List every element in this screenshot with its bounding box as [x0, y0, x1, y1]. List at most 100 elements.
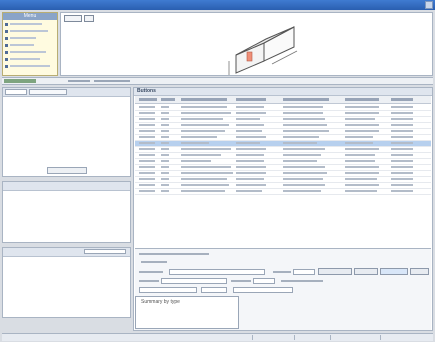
menu-item[interactable]: [5, 63, 55, 69]
filter-box-button[interactable]: [47, 167, 87, 174]
form-text: [281, 280, 323, 282]
table-cell: [181, 142, 209, 144]
comments-box: [2, 181, 131, 243]
table-cell: [139, 118, 155, 120]
menu-item-text: [10, 58, 40, 60]
form-field[interactable]: [161, 278, 227, 284]
table-cell: [161, 154, 169, 156]
menu-bullet-icon: [5, 36, 8, 40]
summary-notes: Summary by type: [135, 296, 239, 329]
status-segment: [380, 335, 431, 340]
strip-text: [94, 80, 130, 82]
column-header: [236, 98, 266, 101]
form-button[interactable]: [318, 268, 352, 275]
table-cell: [139, 136, 155, 138]
table-cell: [236, 136, 266, 138]
table-cell: [139, 106, 155, 108]
table-cell: [236, 148, 266, 150]
status-segment: [252, 335, 293, 340]
tab-active[interactable]: [5, 89, 27, 95]
table-cell: [139, 190, 155, 192]
menu-bullet-icon: [5, 29, 8, 33]
table-cell: [236, 142, 260, 144]
table-cell: [391, 172, 413, 174]
menu-panel-title: Menu: [3, 13, 57, 20]
menu-item[interactable]: [5, 49, 55, 55]
table-cell: [236, 154, 264, 156]
form-field[interactable]: [201, 287, 227, 293]
table-cell: [139, 124, 155, 126]
column-header: [139, 98, 157, 101]
summary-notes-label: Summary by type: [141, 299, 180, 305]
form-field[interactable]: [233, 287, 293, 293]
column-header: [181, 98, 227, 101]
table-cell: [283, 160, 317, 162]
table-cell: [236, 166, 266, 168]
table-cell: [139, 142, 155, 144]
left-column: [2, 87, 131, 318]
table-cell: [236, 172, 266, 174]
table-cell: [139, 172, 155, 174]
table-cell: [345, 112, 379, 114]
table-cell: [161, 118, 169, 120]
strip-text: [68, 80, 90, 82]
menu-item[interactable]: [5, 35, 55, 41]
menu-item-text: [10, 44, 34, 46]
form-text: [231, 280, 251, 282]
form-text: [139, 271, 163, 273]
menu-item[interactable]: [5, 21, 55, 27]
table-cell: [345, 172, 379, 174]
table-header: [135, 96, 431, 104]
table-cell: [139, 112, 155, 114]
form-field[interactable]: [293, 269, 315, 275]
table-cell: [283, 184, 325, 186]
table-cell: [181, 184, 229, 186]
table-cell: [161, 166, 169, 168]
table-cell: [391, 184, 413, 186]
table-cell: [181, 118, 223, 120]
column-header: [391, 98, 413, 101]
table-cell: [236, 112, 266, 114]
table-cell: [345, 148, 379, 150]
table-cell: [391, 142, 413, 144]
table-cell: [345, 124, 379, 126]
table-cell: [391, 118, 413, 120]
table-cell: [283, 154, 321, 156]
summary-box-input[interactable]: [84, 249, 126, 254]
menu-item[interactable]: [5, 42, 55, 48]
menu-bullet-icon: [5, 57, 8, 61]
tab[interactable]: [29, 89, 67, 95]
table-cell: [345, 106, 379, 108]
form-button[interactable]: [354, 268, 378, 275]
form-field[interactable]: [139, 287, 197, 293]
model-preview-drawing: [228, 26, 298, 75]
table-cell: [236, 160, 264, 162]
table-cell: [283, 172, 327, 174]
form-field[interactable]: [169, 269, 265, 275]
form-button[interactable]: [380, 268, 408, 275]
table-cell: [345, 184, 379, 186]
table-cell: [345, 166, 379, 168]
filter-box: [2, 87, 131, 177]
form-button[interactable]: [410, 268, 429, 275]
color-strip: [2, 77, 433, 85]
table-cell: [283, 136, 319, 138]
table-cell: [391, 148, 413, 150]
menu-item[interactable]: [5, 28, 55, 34]
table-cell: [345, 178, 377, 180]
table-cell: [161, 178, 169, 180]
menu-item[interactable]: [5, 56, 55, 62]
table-cell: [139, 148, 155, 150]
form-field[interactable]: [253, 278, 275, 284]
detail-form: Summary by type: [135, 248, 431, 330]
table-cell: [391, 130, 413, 132]
form-text: [139, 280, 159, 282]
table-cell: [181, 154, 221, 156]
table-row[interactable]: [135, 189, 431, 195]
table-cell: [181, 124, 229, 126]
table-cell: [283, 130, 329, 132]
window-close-button[interactable]: [425, 1, 433, 9]
menu-bullet-icon: [5, 50, 8, 54]
table-cell: [161, 142, 169, 144]
table-cell: [391, 190, 413, 192]
